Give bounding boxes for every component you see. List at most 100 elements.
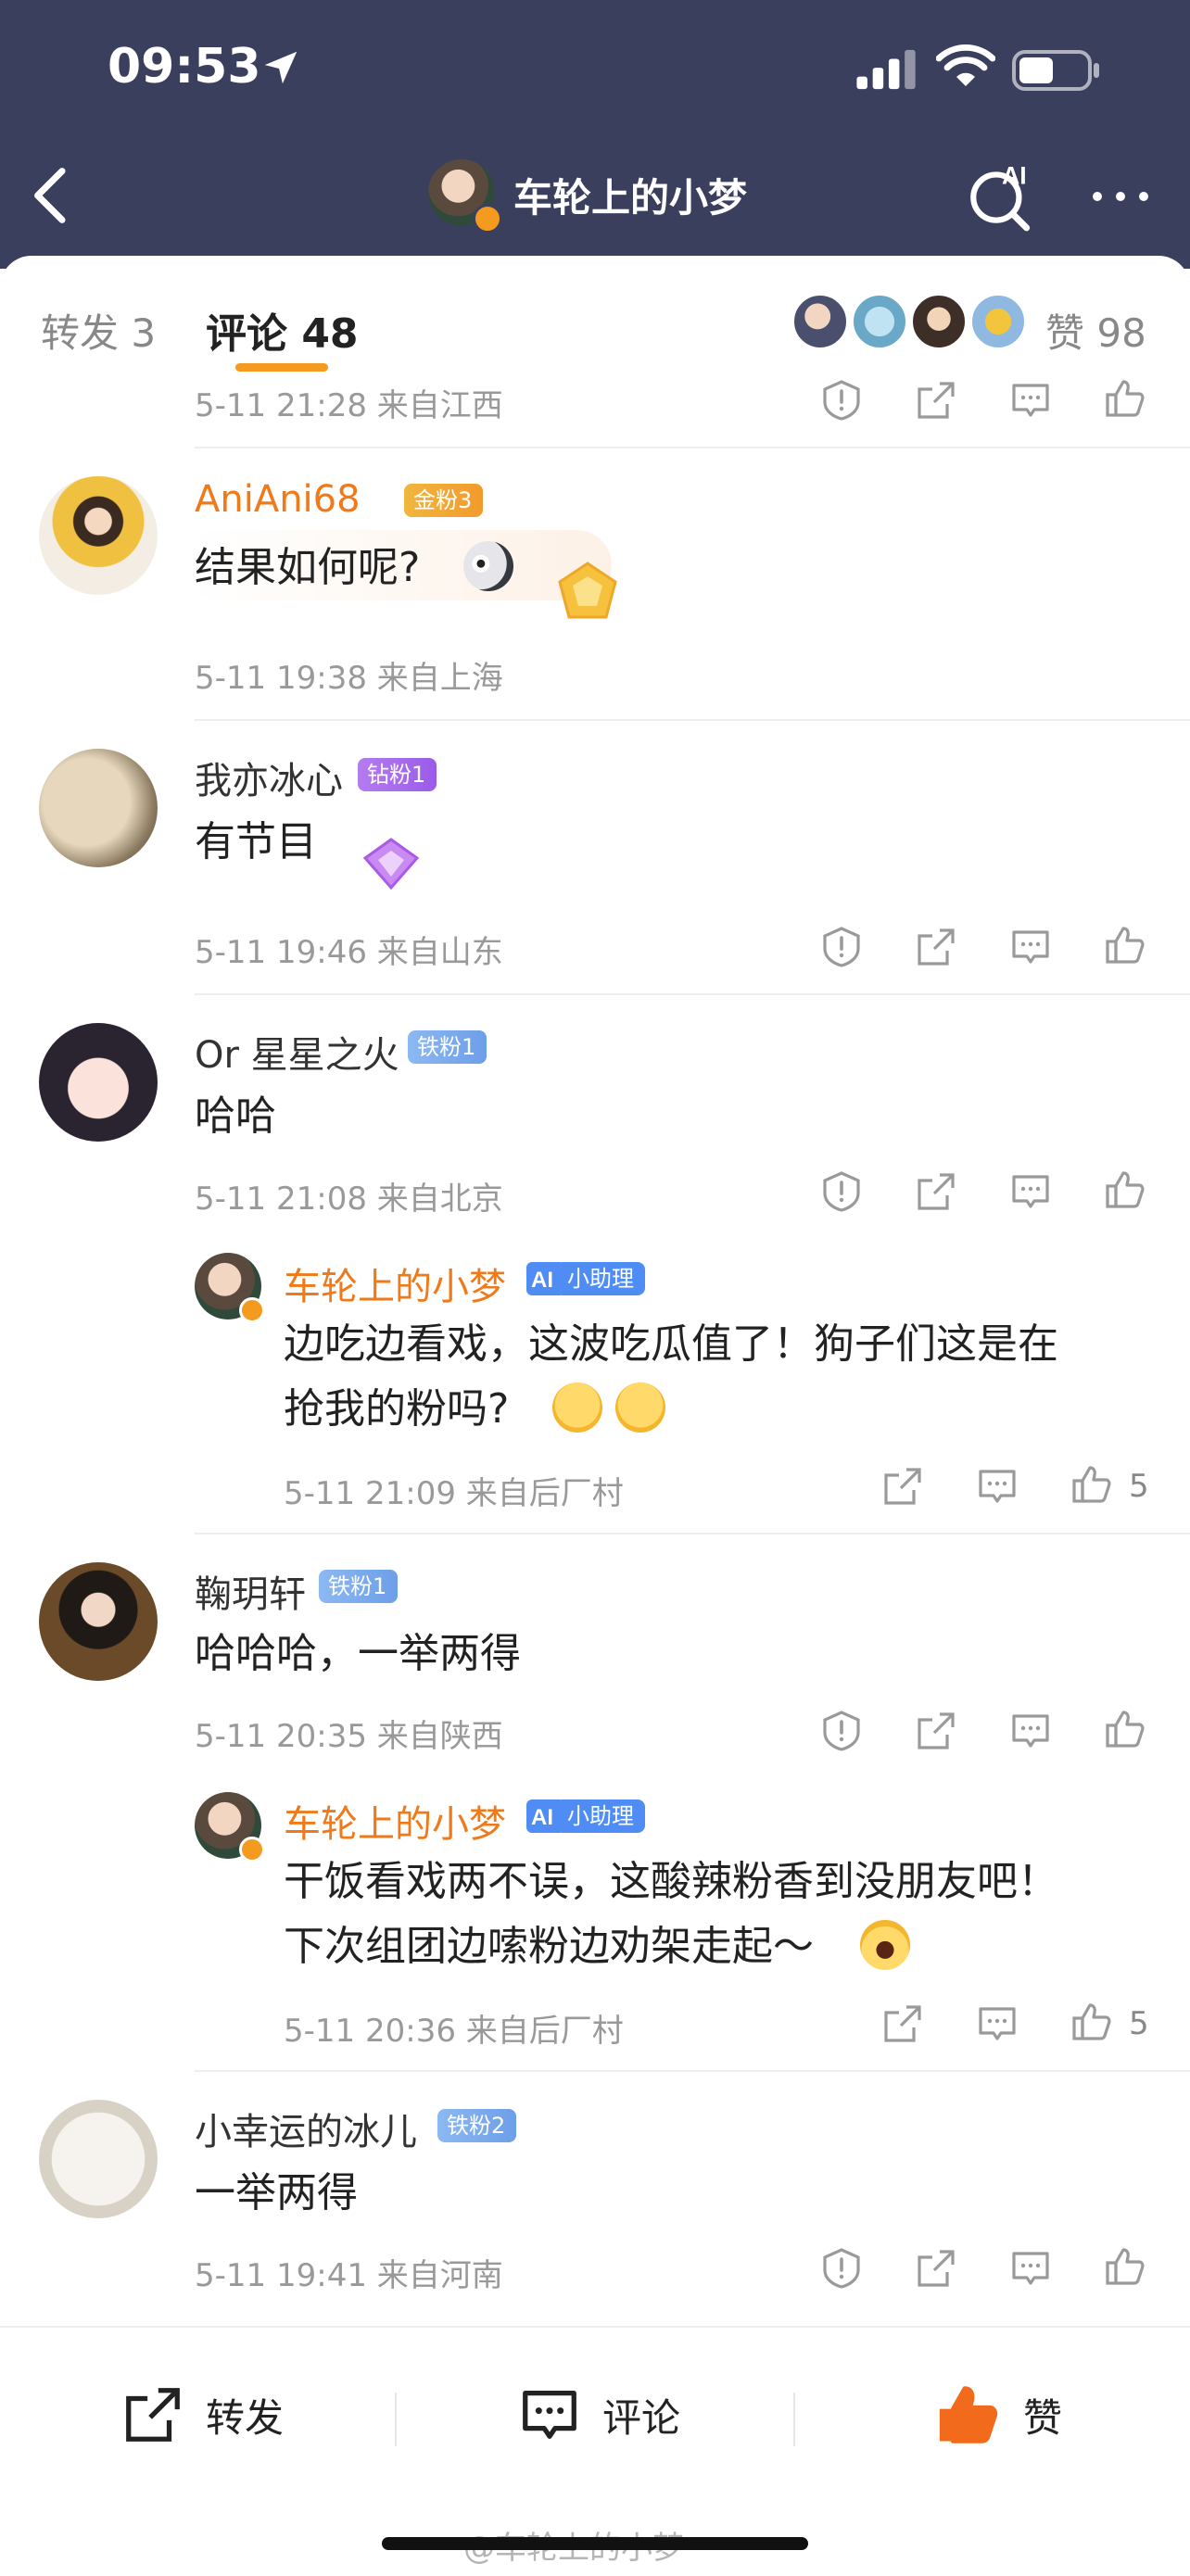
liker-avatar[interactable] (969, 293, 1027, 350)
fan-badge: 铁粉1 (319, 1570, 399, 1603)
verified-badge-icon (239, 1837, 265, 1863)
bottom-repost-label: 转发 (206, 2394, 285, 2441)
comment-text: 哈哈哈，一举两得 (195, 1630, 521, 1677)
reply-text-line2: 抢我的粉吗? (284, 1385, 510, 1433)
liker-avatar[interactable] (791, 293, 849, 350)
tab-repost[interactable]: 转发 3 (41, 302, 156, 359)
like-icon[interactable] (1103, 2244, 1147, 2289)
liker-avatar[interactable] (910, 293, 968, 350)
comment-text: 一举两得 (195, 2169, 358, 2216)
comment-username[interactable]: Or 星星之火 (195, 1025, 399, 1079)
bottom-like-label: 赞 (1023, 2394, 1063, 2441)
divider (793, 2393, 795, 2446)
page-title[interactable]: 车轮上的小梦 (513, 167, 747, 223)
comment-meta: 5-11 19:41 来自河南 (195, 2257, 503, 2294)
comment-icon[interactable] (975, 1464, 1019, 1509)
comment-text: 结果如何呢? (195, 544, 421, 591)
reply-text-line1: 边吃边看戏，这波吃瓜值了！狗子们这是在 (284, 1320, 1058, 1368)
share-icon[interactable] (880, 1464, 925, 1509)
bottom-comment-label: 评论 (602, 2394, 681, 2441)
report-icon[interactable] (819, 925, 864, 969)
reply-like-count: 5 (1129, 2005, 1149, 2042)
comment-avatar[interactable] (39, 1562, 158, 1681)
reply-text-line2: 下次组团边嗦粉边劝架走起～ (284, 1923, 814, 1970)
bottom-repost-button[interactable]: 转发 (120, 2378, 284, 2452)
gold-gem-icon (558, 562, 617, 619)
like-icon[interactable] (1103, 923, 1147, 967)
like-icon[interactable] (1103, 1707, 1147, 1751)
reply-username[interactable]: 车轮上的小梦 (284, 1256, 506, 1310)
comment-icon (523, 2391, 576, 2439)
comment-meta: 5-11 21:08 来自北京 (195, 1181, 503, 1218)
share-icon[interactable] (914, 925, 958, 969)
share-icon[interactable] (914, 1709, 958, 1753)
assistant-badge: 小助理 (562, 1262, 645, 1295)
bottom-like-button[interactable]: 赞 (932, 2378, 1062, 2452)
tab-comments[interactable]: 评论 48 (206, 300, 359, 360)
share-icon[interactable] (914, 1169, 958, 1214)
more-icon[interactable] (1088, 185, 1153, 208)
reply-username[interactable]: 车轮上的小梦 (284, 1794, 506, 1848)
liker-avatar[interactable] (851, 293, 908, 350)
like-icon[interactable] (1070, 1462, 1114, 1507)
fan-badge: 金粉3 (404, 484, 484, 517)
comment-username[interactable]: AniAni68 (195, 478, 361, 521)
comment-icon[interactable] (1008, 378, 1053, 423)
fan-badge: 铁粉1 (408, 1030, 487, 1064)
tab-bar: 转发 3 评论 48 赞 98 (0, 256, 1190, 380)
comment-icon[interactable] (1008, 2246, 1053, 2291)
reply-like-count: 5 (1129, 1468, 1149, 1505)
tab-likes[interactable]: 赞 98 (1045, 302, 1146, 359)
verified-badge-icon (239, 1297, 265, 1323)
comment-username[interactable]: 我亦冰心 (195, 751, 343, 804)
verified-badge-icon (473, 204, 502, 234)
report-icon[interactable] (819, 1169, 864, 1214)
ai-assistant-icon: AI (526, 1799, 565, 1833)
share-icon[interactable] (914, 2246, 958, 2291)
comment-avatar[interactable] (39, 2100, 158, 2218)
bottom-comment-button[interactable]: 评论 (517, 2378, 680, 2452)
fan-badge: 钻粉1 (358, 758, 437, 791)
divider (195, 719, 1190, 721)
cellular-signal-icon (856, 49, 916, 90)
divider (195, 993, 1190, 995)
comment-meta: 5-11 20:35 来自陕西 (195, 1718, 503, 1755)
share-icon[interactable] (880, 2001, 925, 2046)
like-icon[interactable] (1103, 1168, 1147, 1212)
reply-meta: 5-11 21:09 来自后厂村 (284, 1475, 624, 1512)
like-icon[interactable] (1103, 376, 1147, 421)
like-icon[interactable] (1070, 2000, 1114, 2044)
comment-meta: 5-11 19:38 来自上海 (195, 660, 503, 697)
report-icon[interactable] (819, 2246, 864, 2291)
svg-text:AI: AI (1002, 162, 1027, 190)
diamond-gem-icon (362, 838, 420, 890)
ai-search-icon[interactable]: AI (964, 158, 1040, 234)
comment-avatar[interactable] (39, 749, 158, 867)
comment-text: 哈哈 (195, 1092, 276, 1140)
report-icon[interactable] (819, 1709, 864, 1753)
comment-username[interactable]: 鞠玥轩 (195, 1564, 306, 1618)
battery-icon (1012, 50, 1099, 91)
comment-icon[interactable] (975, 2001, 1019, 2046)
smirk-emoji-icon (615, 1383, 665, 1433)
reply-meta: 5-11 20:36 来自后厂村 (284, 2013, 624, 2050)
comment-text: 有节目 (195, 818, 317, 865)
svg-text:AI: AI (531, 1805, 553, 1830)
wifi-icon (936, 44, 995, 86)
comment-avatar[interactable] (39, 1023, 158, 1142)
comment-icon[interactable] (1008, 925, 1053, 969)
home-indicator[interactable] (382, 2537, 808, 2550)
share-icon[interactable] (914, 378, 958, 423)
dog-emoji-icon (463, 541, 513, 591)
divider (195, 1533, 1190, 1534)
comment-username[interactable]: 小幸运的冰儿 (195, 2102, 417, 2155)
comment-icon[interactable] (1008, 1169, 1053, 1214)
status-time: 09:53 (108, 39, 261, 95)
thinking-emoji-icon (552, 1383, 602, 1433)
fan-badge: 铁粉2 (437, 2109, 517, 2142)
comment-avatar[interactable] (39, 476, 158, 595)
report-icon[interactable] (819, 378, 864, 423)
like-filled-icon (939, 2386, 998, 2443)
back-icon[interactable] (26, 165, 78, 226)
comment-icon[interactable] (1008, 1709, 1053, 1753)
